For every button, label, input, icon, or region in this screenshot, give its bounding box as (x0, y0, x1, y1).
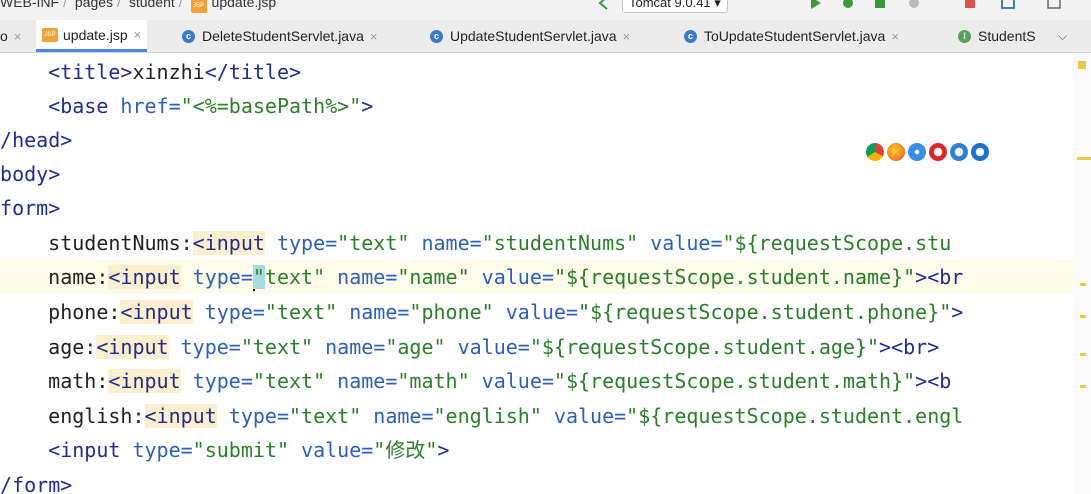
profile-icon[interactable] (906, 0, 922, 10)
tab-prev-file[interactable]: o × (0, 20, 28, 52)
code-line: <input type="submit" value="修改"> (48, 438, 450, 462)
edge-icon[interactable] (971, 143, 989, 161)
tab-label: DeleteStudentServlet.java (202, 28, 364, 44)
warning-marker[interactable] (1080, 315, 1086, 318)
chrome-icon[interactable] (866, 143, 884, 161)
editor-tabs: o × JSP update.jsp × c DeleteStudentServlet.… (0, 20, 1091, 53)
run-configuration-label: Tomcat 9.0.41 (629, 0, 711, 10)
firefox-icon[interactable] (887, 143, 905, 161)
close-icon[interactable]: × (891, 29, 899, 44)
run-icon[interactable] (808, 0, 824, 10)
code-editor[interactable]: <title>xinzhi</title> <base href="<%=bas… (0, 53, 1091, 494)
close-icon[interactable]: × (134, 27, 142, 42)
warning-marker[interactable] (1077, 157, 1091, 160)
error-stripe[interactable] (1073, 53, 1091, 494)
tab-to-update-student-servlet[interactable]: c ToUpdateStudentServlet.java × (684, 20, 899, 52)
debug-icon[interactable] (840, 0, 856, 10)
code-line: age:<input type="text" name="age" value=… (0, 335, 940, 359)
opera-icon[interactable] (929, 143, 947, 161)
class-icon: c (430, 29, 443, 43)
code-line: english:<input type="text" name="english… (0, 404, 964, 428)
code-line: name:<input type="text" name="name" valu… (0, 265, 964, 291)
browser-preview-bar (866, 143, 989, 161)
project-structure-icon[interactable] (1000, 0, 1016, 10)
tab-label: update.jsp (63, 26, 128, 43)
code-line: studentNums:<input type="text" name="stu… (0, 231, 952, 255)
breadcrumb: WEB-INF / pages / student / JSP update.jsp (0, 0, 276, 13)
tab-label: StudentS (978, 28, 1036, 44)
tab-student-service[interactable]: I StudentS (958, 20, 1036, 52)
stop-icon[interactable] (962, 0, 978, 10)
safari-icon[interactable] (908, 143, 926, 161)
warning-marker[interactable] (1078, 61, 1086, 69)
breadcrumb-item[interactable]: WEB-INF (0, 0, 59, 10)
warning-marker[interactable] (1080, 283, 1086, 286)
tab-update-student-servlet[interactable]: c UpdateStudentServlet.java × (430, 20, 630, 52)
warning-marker[interactable] (1080, 385, 1086, 388)
code-line: </head> (0, 128, 73, 152)
tab-label: UpdateStudentServlet.java (450, 28, 617, 44)
layout-icon[interactable] (1046, 0, 1062, 10)
tab-overflow-chevron-down-icon[interactable]: ⌵ (1058, 20, 1067, 52)
class-icon: c (684, 29, 697, 43)
close-icon[interactable]: × (14, 29, 22, 44)
code-line: <body> (0, 162, 61, 186)
code-line: phone:<input type="text" name="phone" va… (0, 300, 964, 324)
back-icon[interactable] (596, 0, 612, 10)
warning-marker[interactable] (1080, 353, 1086, 356)
code-line: <title>xinzhi</title> (48, 60, 302, 84)
breadcrumb-item[interactable]: pages (75, 0, 113, 10)
interface-icon: I (958, 29, 971, 43)
ie-icon[interactable] (950, 143, 968, 161)
close-icon[interactable]: × (370, 29, 378, 44)
code-line: math:<input type="text" name="math" valu… (0, 369, 952, 393)
breadcrumb-item[interactable]: update.jsp (212, 0, 277, 10)
coverage-icon[interactable] (872, 0, 888, 10)
tab-delete-student-servlet[interactable]: c DeleteStudentServlet.java × (182, 20, 377, 52)
class-icon: c (182, 29, 195, 43)
run-configuration-select[interactable]: Tomcat 9.0.41 ▾ (622, 0, 728, 13)
tab-update-jsp[interactable]: JSP update.jsp × (36, 20, 148, 52)
jsp-file-icon: JSP (190, 0, 207, 13)
navigation-bar: WEB-INF / pages / student / JSP update.jsp T… (0, 0, 1091, 21)
tab-label: ToUpdateStudentServlet.java (704, 28, 886, 44)
jsp-file-icon: JSP (42, 27, 58, 42)
code-line: <base href="<%=basePath%>"> (48, 94, 374, 118)
tab-label: o (0, 28, 8, 44)
code-line: <form> (0, 196, 61, 220)
code-line: </form> (0, 473, 73, 494)
breadcrumb-item[interactable]: student (129, 0, 175, 10)
close-icon[interactable]: × (623, 29, 631, 44)
